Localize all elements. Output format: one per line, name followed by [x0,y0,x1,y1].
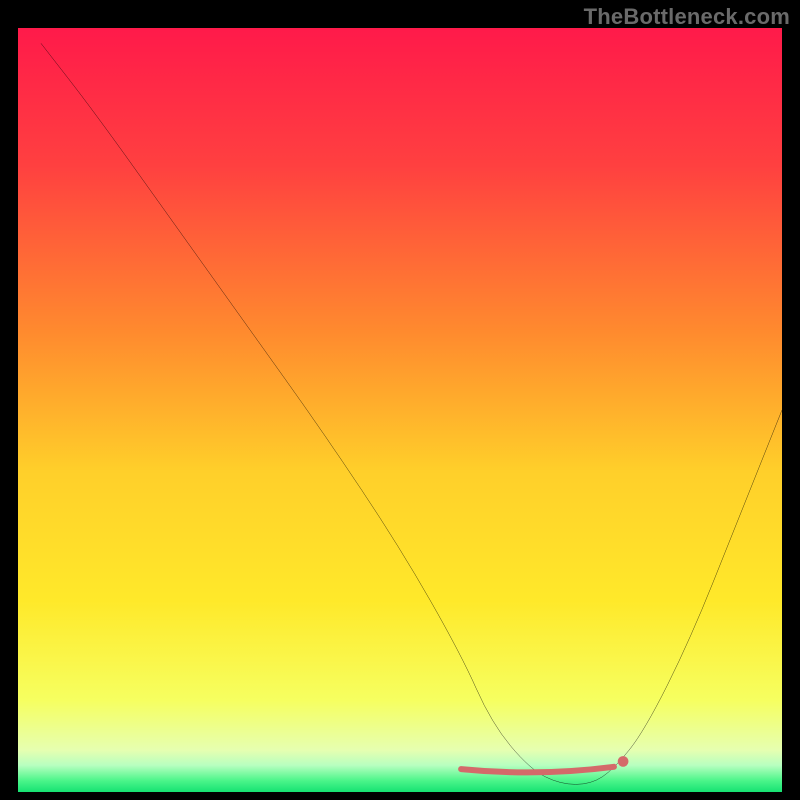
brand-label: TheBottleneck.com [584,4,790,30]
chart-svg [18,28,782,792]
highlight-dot [618,756,629,767]
plot-frame [18,28,782,792]
highlight-segment [461,767,614,773]
bottleneck-curve [41,43,782,784]
